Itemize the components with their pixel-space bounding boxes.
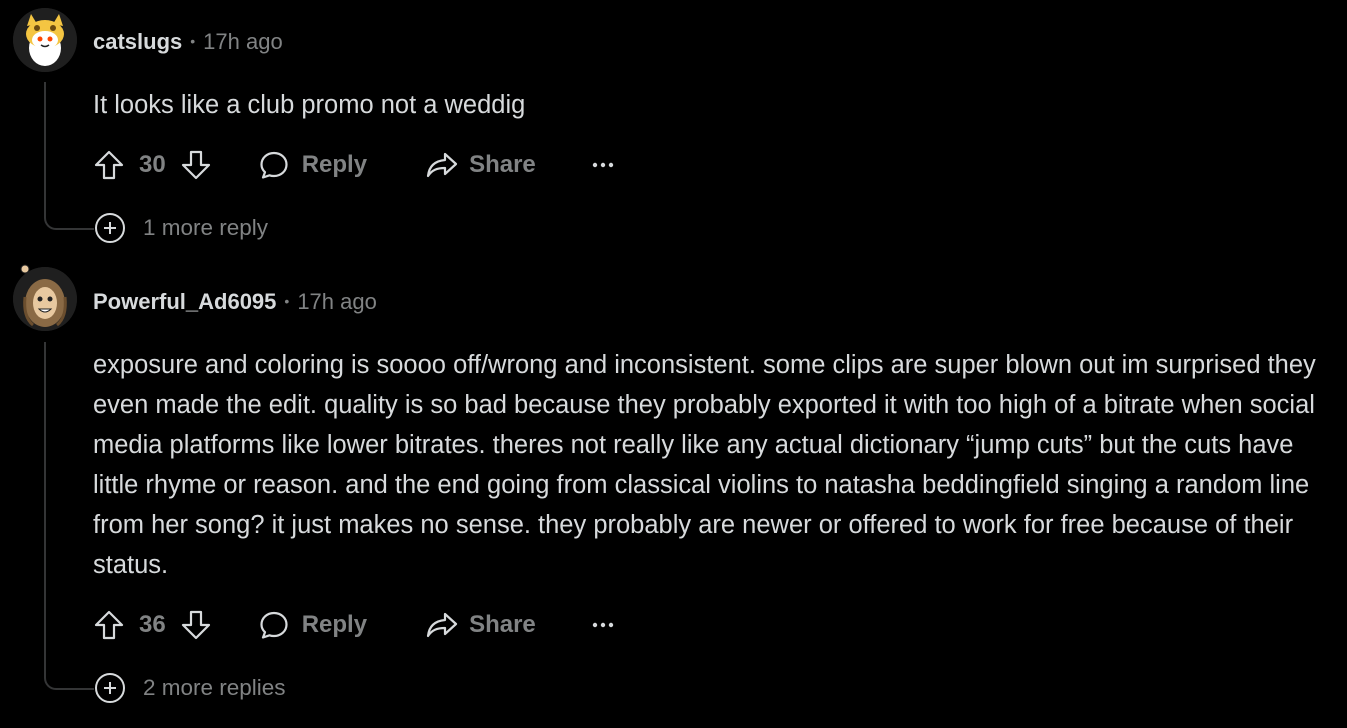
- timestamp[interactable]: 17h ago: [297, 289, 377, 314]
- comment-bubble-icon: [258, 149, 290, 181]
- thread-line[interactable]: [44, 342, 46, 676]
- author-name[interactable]: catslugs: [93, 29, 182, 54]
- plus-circle-icon: [95, 213, 125, 243]
- timestamp[interactable]: 17h ago: [203, 29, 283, 54]
- antenna-icon: [20, 264, 30, 274]
- comment-meta: • 17h ago: [190, 29, 283, 54]
- more-replies-label: 1 more reply: [143, 215, 269, 240]
- upvote-icon[interactable]: [93, 609, 125, 641]
- share-button[interactable]: Share: [425, 149, 536, 181]
- ellipsis-icon: [592, 161, 614, 169]
- thread-branch: [44, 216, 94, 230]
- reply-label: Reply: [301, 151, 368, 178]
- reply-label: Reply: [301, 611, 368, 638]
- author-name[interactable]: Powerful_Ad6095: [93, 289, 276, 314]
- more-options-button[interactable]: [592, 621, 614, 629]
- share-icon: [425, 609, 459, 641]
- thread-line[interactable]: [44, 82, 46, 216]
- comment-bubble-icon: [258, 609, 290, 641]
- share-button[interactable]: Share: [425, 609, 536, 641]
- more-replies-label: 2 more replies: [143, 675, 286, 700]
- comment-actions: 36 Reply Share: [93, 605, 614, 645]
- comment-body: exposure and coloring is soooo off/wrong…: [93, 351, 1316, 579]
- comment-actions: 30 Reply Share: [93, 145, 614, 185]
- more-options-button[interactable]: [592, 161, 614, 169]
- more-replies-button[interactable]: 2 more replies: [93, 673, 286, 703]
- vote-score: 36: [139, 611, 166, 638]
- reply-button[interactable]: Reply: [258, 609, 367, 641]
- share-icon: [425, 149, 459, 181]
- share-label: Share: [469, 611, 536, 638]
- thread-branch: [44, 676, 94, 690]
- more-replies-button[interactable]: 1 more reply: [93, 213, 268, 243]
- comment-meta: • 17h ago: [284, 289, 377, 314]
- avatar[interactable]: [13, 8, 77, 72]
- comment-body: It looks like a club promo not a weddig: [93, 91, 526, 119]
- share-label: Share: [469, 151, 536, 178]
- ellipsis-icon: [592, 621, 614, 629]
- plus-circle-icon: [95, 673, 125, 703]
- avatar[interactable]: [13, 267, 77, 331]
- vote-score: 30: [139, 151, 166, 178]
- downvote-icon[interactable]: [180, 149, 212, 181]
- upvote-icon[interactable]: [93, 149, 125, 181]
- reply-button[interactable]: Reply: [258, 149, 367, 181]
- downvote-icon[interactable]: [180, 609, 212, 641]
